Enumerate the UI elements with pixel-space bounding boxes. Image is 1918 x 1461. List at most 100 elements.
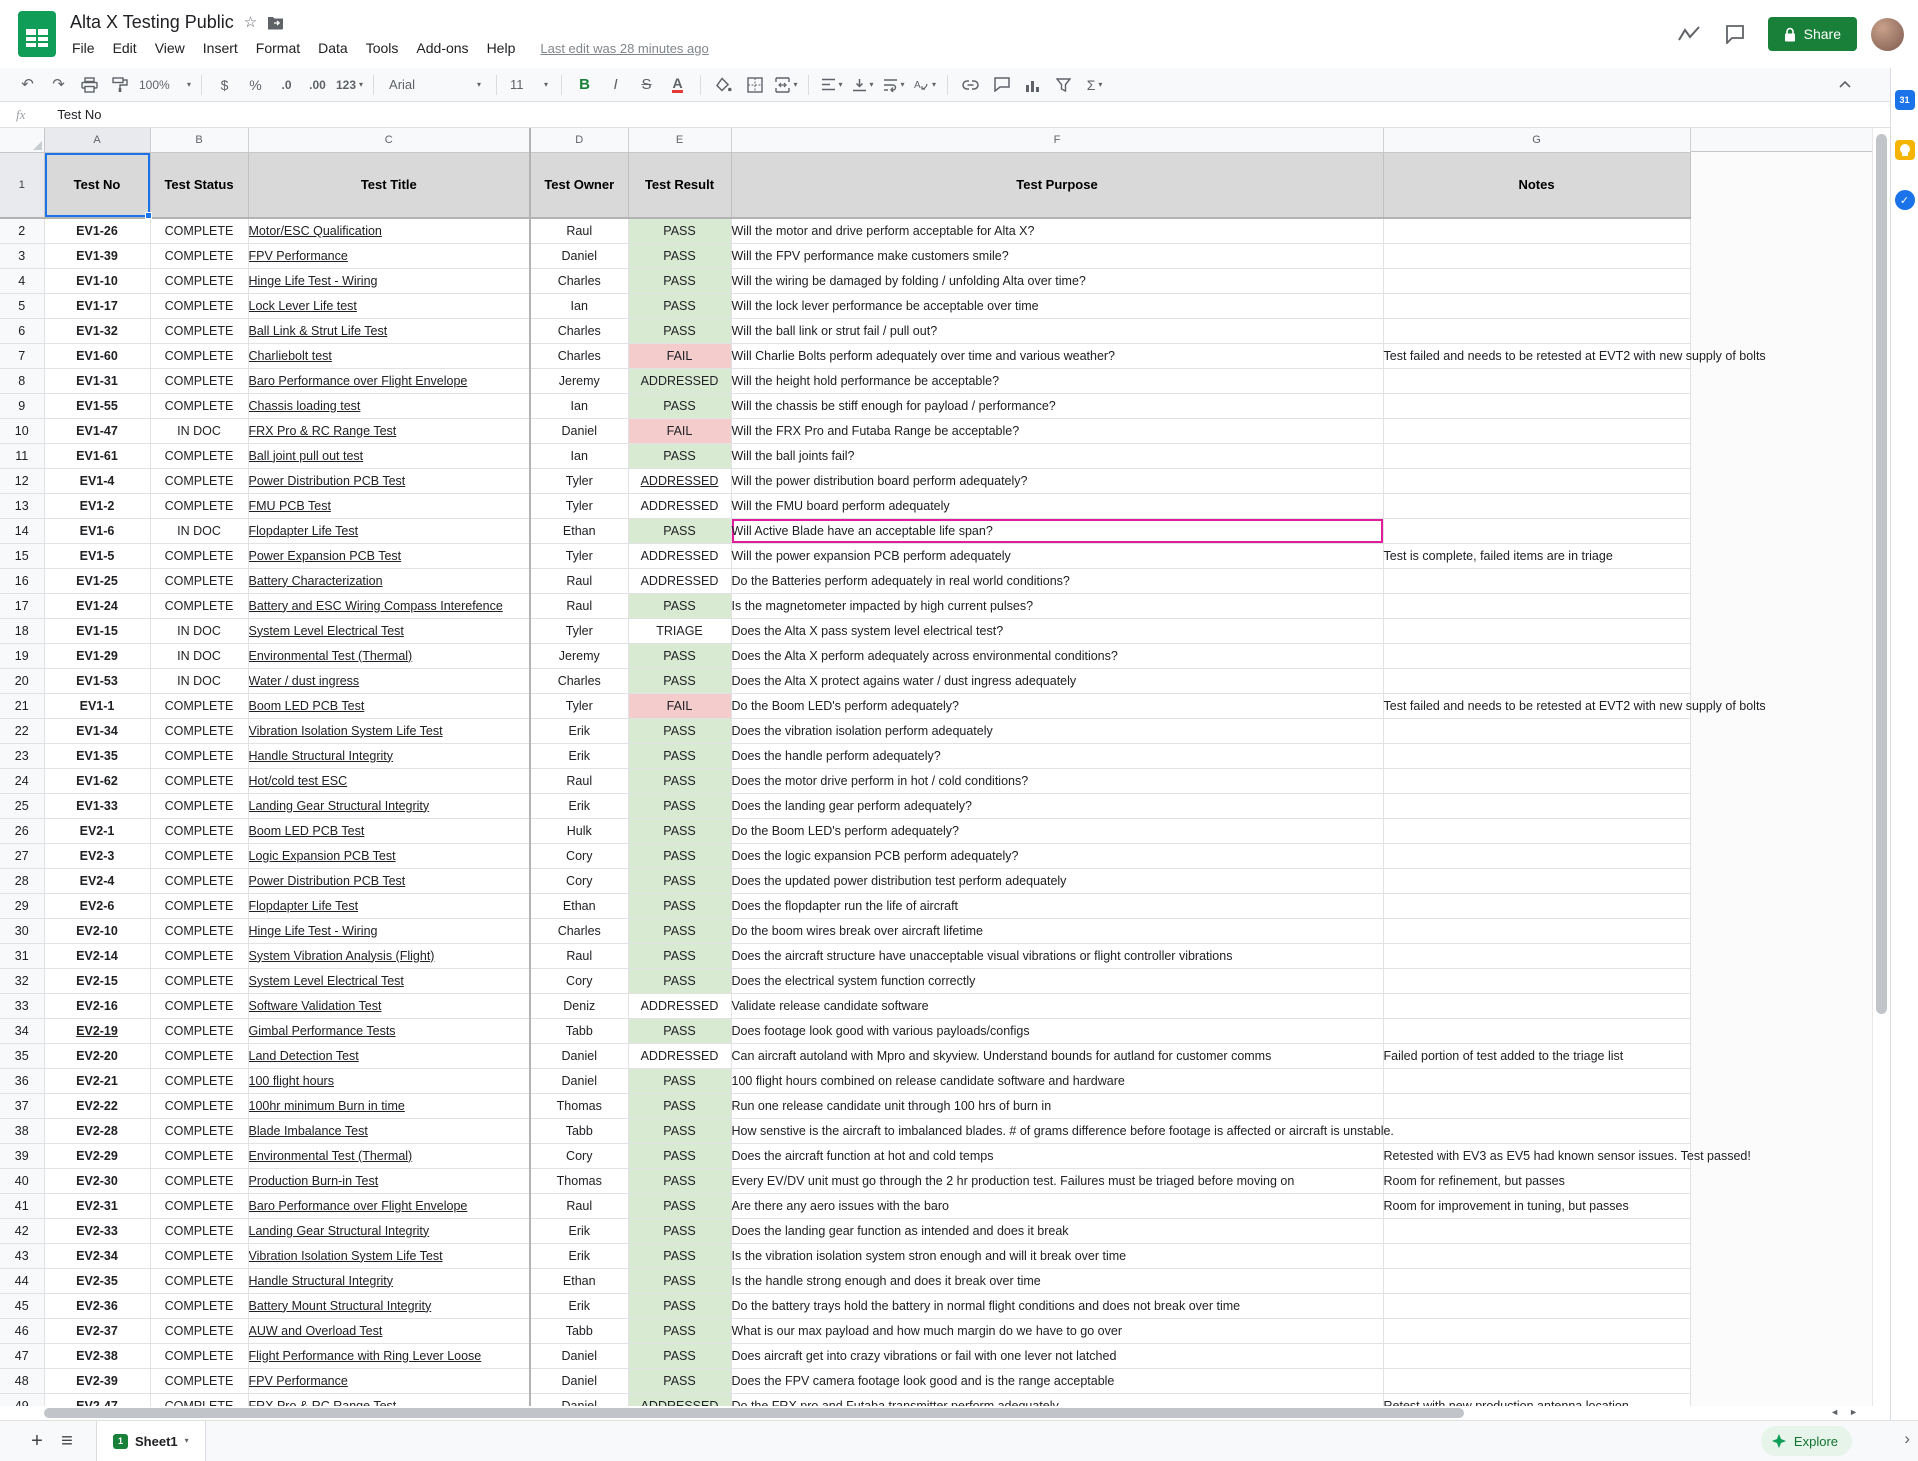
cell-notes[interactable]: Test failed and needs to be retested at … bbox=[1383, 343, 1690, 368]
cell-test-result[interactable]: PASS bbox=[628, 518, 731, 543]
header-cell-test-purpose[interactable]: Test Purpose bbox=[731, 152, 1383, 218]
cell-test-no[interactable]: EV2-33 bbox=[44, 1218, 150, 1243]
cell-notes[interactable]: Room for refinement, but passes bbox=[1383, 1168, 1690, 1193]
cell-test-purpose[interactable]: Will the chassis be stiff enough for pay… bbox=[731, 393, 1383, 418]
cell-test-purpose[interactable]: Will the power distribution board perfor… bbox=[731, 468, 1383, 493]
cell-test-status[interactable]: COMPLETE bbox=[150, 1268, 248, 1293]
cell-notes[interactable] bbox=[1383, 743, 1690, 768]
cell-notes[interactable] bbox=[1383, 1068, 1690, 1093]
cell-test-title-link[interactable]: Land Detection Test bbox=[248, 1043, 530, 1068]
cell-test-owner[interactable]: Tabb bbox=[530, 1318, 628, 1343]
cell-test-status[interactable]: COMPLETE bbox=[150, 743, 248, 768]
cell-test-title-link[interactable]: Power Distribution PCB Test bbox=[248, 868, 530, 893]
cell-test-result[interactable]: PASS bbox=[628, 1243, 731, 1268]
cell-test-result[interactable]: PASS bbox=[628, 1168, 731, 1193]
cell-test-status[interactable]: COMPLETE bbox=[150, 1193, 248, 1218]
cell-test-status[interactable]: COMPLETE bbox=[150, 993, 248, 1018]
cell-test-status[interactable]: COMPLETE bbox=[150, 543, 248, 568]
cell-test-purpose[interactable]: 100 flight hours combined on release can… bbox=[731, 1068, 1383, 1093]
font-select[interactable]: Arial▾ bbox=[381, 72, 489, 98]
cell-test-result[interactable]: PASS bbox=[628, 768, 731, 793]
cell-test-status[interactable]: IN DOC bbox=[150, 518, 248, 543]
more-formats-button[interactable]: 123▾ bbox=[333, 72, 366, 98]
cell-notes[interactable] bbox=[1383, 443, 1690, 468]
cell-test-no[interactable]: EV2-30 bbox=[44, 1168, 150, 1193]
column-header-C[interactable]: C bbox=[248, 128, 530, 152]
cell-test-title-link[interactable]: Water / dust ingress bbox=[248, 668, 530, 693]
cell-test-owner[interactable]: Hulk bbox=[530, 818, 628, 843]
avatar[interactable] bbox=[1871, 18, 1904, 51]
cell-test-result[interactable]: PASS bbox=[628, 968, 731, 993]
cell-test-result[interactable]: PASS bbox=[628, 1143, 731, 1168]
cell-test-title-link[interactable]: Charliebolt test bbox=[248, 343, 530, 368]
cell-test-no[interactable]: EV1-53 bbox=[44, 668, 150, 693]
cell-test-status[interactable]: COMPLETE bbox=[150, 718, 248, 743]
cell-test-no[interactable]: EV2-4 bbox=[44, 868, 150, 893]
cell-test-purpose[interactable]: Will Charlie Bolts perform adequately ov… bbox=[731, 343, 1383, 368]
cell-notes[interactable] bbox=[1383, 1343, 1690, 1368]
font-size-select[interactable]: 11▾ bbox=[504, 72, 554, 98]
cell-test-owner[interactable]: Cory bbox=[530, 868, 628, 893]
cell-test-result[interactable]: PASS bbox=[628, 943, 731, 968]
cell-test-title-link[interactable]: Handle Structural Integrity bbox=[248, 1268, 530, 1293]
cell-test-purpose[interactable]: Does the landing gear function as intend… bbox=[731, 1218, 1383, 1243]
cell-test-result[interactable]: PASS bbox=[628, 868, 731, 893]
cell-test-result[interactable]: PASS bbox=[628, 593, 731, 618]
cell-test-purpose[interactable]: Validate release candidate software bbox=[731, 993, 1383, 1018]
cell-test-no[interactable]: EV1-15 bbox=[44, 618, 150, 643]
cell-test-title-link[interactable]: System Level Electrical Test bbox=[248, 618, 530, 643]
cell-test-result[interactable]: PASS bbox=[628, 1093, 731, 1118]
cell-test-owner[interactable]: Erik bbox=[530, 793, 628, 818]
cell-test-status[interactable]: COMPLETE bbox=[150, 393, 248, 418]
cell-test-owner[interactable]: Erik bbox=[530, 743, 628, 768]
merge-cells-button[interactable]: ▾ bbox=[770, 72, 801, 98]
row-header-29[interactable]: 29 bbox=[0, 893, 44, 918]
cell-test-title-link[interactable]: Battery Characterization bbox=[248, 568, 530, 593]
cell-test-purpose[interactable]: Does aircraft get into crazy vibrations … bbox=[731, 1343, 1383, 1368]
header-cell-test-status[interactable]: Test Status bbox=[150, 152, 248, 218]
cell-notes[interactable] bbox=[1383, 1018, 1690, 1043]
cell-test-owner[interactable]: Charles bbox=[530, 318, 628, 343]
cell-test-no[interactable]: EV1-39 bbox=[44, 243, 150, 268]
cell-test-no[interactable]: EV1-31 bbox=[44, 368, 150, 393]
cell-test-status[interactable]: COMPLETE bbox=[150, 1293, 248, 1318]
cell-test-no[interactable]: EV2-36 bbox=[44, 1293, 150, 1318]
cell-test-title-link[interactable]: Flopdapter Life Test bbox=[248, 893, 530, 918]
cell-test-title-link[interactable]: Landing Gear Structural Integrity bbox=[248, 1218, 530, 1243]
menu-tools[interactable]: Tools bbox=[357, 40, 408, 56]
cell-test-title-link[interactable]: Landing Gear Structural Integrity bbox=[248, 793, 530, 818]
cell-notes[interactable] bbox=[1383, 993, 1690, 1018]
cell-test-status[interactable]: COMPLETE bbox=[150, 493, 248, 518]
cell-test-status[interactable]: COMPLETE bbox=[150, 468, 248, 493]
cell-test-no[interactable]: EV1-62 bbox=[44, 768, 150, 793]
cell-notes[interactable] bbox=[1383, 1118, 1690, 1143]
sheets-logo-icon[interactable] bbox=[18, 11, 56, 57]
header-cell-test-owner[interactable]: Test Owner bbox=[530, 152, 628, 218]
cell-test-no[interactable]: EV2-20 bbox=[44, 1043, 150, 1068]
cell-test-result[interactable]: PASS bbox=[628, 218, 731, 243]
horizontal-scrollbar-thumb[interactable] bbox=[44, 1408, 1464, 1418]
cell-test-title-link[interactable]: FPV Performance bbox=[248, 1368, 530, 1393]
cell-test-purpose[interactable]: Do the boom wires break over aircraft li… bbox=[731, 918, 1383, 943]
row-header-18[interactable]: 18 bbox=[0, 618, 44, 643]
formula-input[interactable]: Test No bbox=[57, 107, 101, 122]
row-header-12[interactable]: 12 bbox=[0, 468, 44, 493]
increase-decimal-button[interactable]: .00 bbox=[302, 72, 333, 98]
cell-test-status[interactable]: COMPLETE bbox=[150, 1368, 248, 1393]
vertical-align-button[interactable]: ▾ bbox=[847, 72, 878, 98]
cell-test-purpose[interactable]: Does the vibration isolation perform ade… bbox=[731, 718, 1383, 743]
cell-test-purpose[interactable]: Are there any aero issues with the baro bbox=[731, 1193, 1383, 1218]
zoom-select[interactable]: 100%▾ bbox=[136, 72, 194, 98]
row-header-31[interactable]: 31 bbox=[0, 943, 44, 968]
row-header-44[interactable]: 44 bbox=[0, 1268, 44, 1293]
cell-test-status[interactable]: COMPLETE bbox=[150, 1143, 248, 1168]
cell-test-purpose[interactable]: Can aircraft autoland with Mpro and skyv… bbox=[731, 1043, 1383, 1068]
cell-test-status[interactable]: COMPLETE bbox=[150, 968, 248, 993]
cell-test-purpose[interactable]: Is the handle strong enough and does it … bbox=[731, 1268, 1383, 1293]
row-header-46[interactable]: 46 bbox=[0, 1318, 44, 1343]
cell-test-owner[interactable]: Ian bbox=[530, 393, 628, 418]
column-header-E[interactable]: E bbox=[628, 128, 731, 152]
cell-notes[interactable] bbox=[1383, 293, 1690, 318]
row-header-32[interactable]: 32 bbox=[0, 968, 44, 993]
cell-test-owner[interactable]: Raul bbox=[530, 768, 628, 793]
